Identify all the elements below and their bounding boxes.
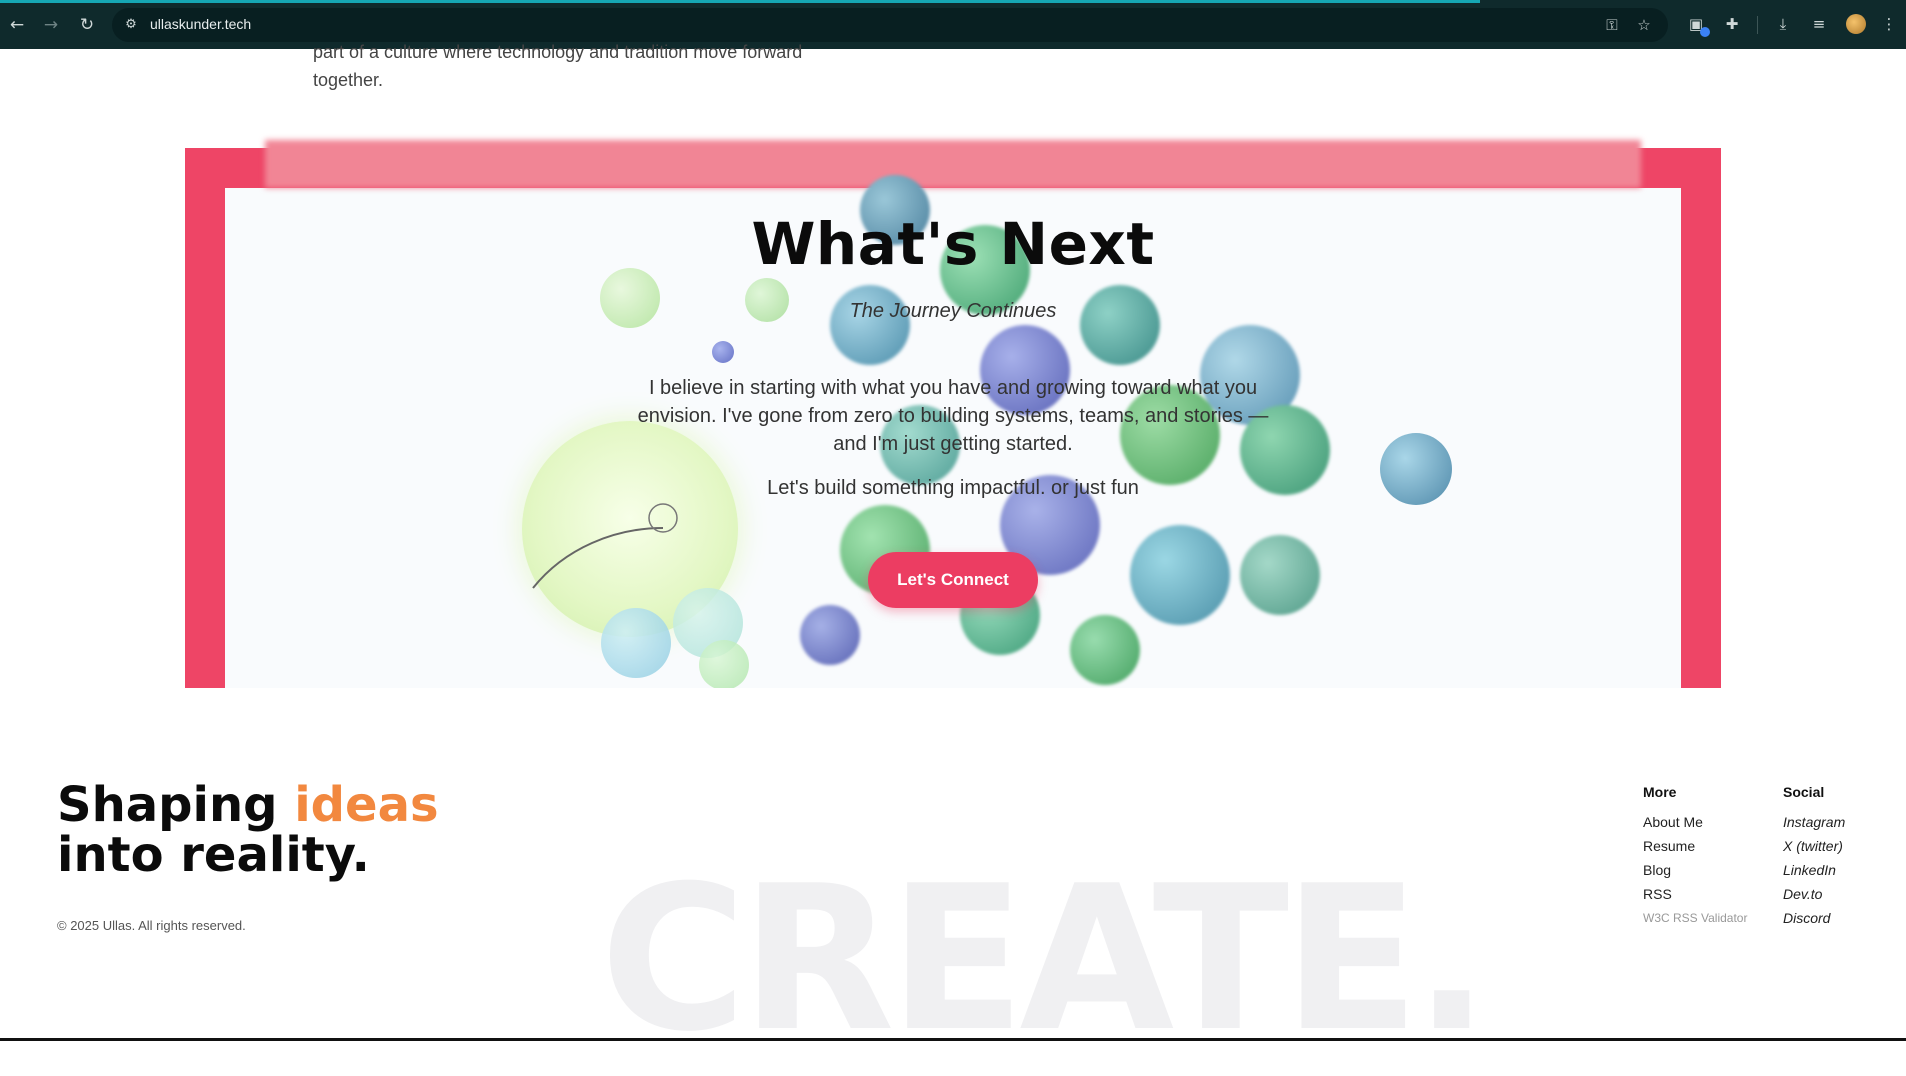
bubble bbox=[1240, 535, 1320, 615]
intro-line-1: part of a culture where technology and t… bbox=[313, 42, 803, 62]
back-icon[interactable]: ← bbox=[6, 14, 28, 36]
profile-avatar[interactable] bbox=[1846, 14, 1866, 34]
footer-link-rss[interactable]: RSS bbox=[1643, 882, 1747, 906]
section-title: What's Next bbox=[751, 210, 1155, 278]
copyright: © 2025 Ullas. All rights reserved. bbox=[57, 918, 246, 933]
bubble bbox=[1070, 615, 1140, 685]
social-link-devto[interactable]: Dev.to bbox=[1783, 882, 1845, 906]
social-link-discord[interactable]: Discord bbox=[1783, 906, 1845, 930]
lets-connect-button[interactable]: Let's Connect bbox=[868, 552, 1038, 608]
url-text[interactable]: ullaskunder.tech bbox=[150, 16, 251, 32]
reload-icon[interactable]: ↻ bbox=[76, 14, 98, 36]
section-paragraph: I believe in starting with what you have… bbox=[637, 377, 1269, 455]
download-icon[interactable]: ⤓ bbox=[1772, 13, 1794, 35]
footer-link-blog[interactable]: Blog bbox=[1643, 858, 1747, 882]
tagline-line-2: into reality. bbox=[57, 827, 370, 883]
browser-toolbar: ← → ↻ ⚙ ullaskunder.tech ⚿ ☆ ▣ ✚ ⤓ ≡ ⋮ bbox=[0, 0, 1906, 49]
bubble bbox=[1130, 525, 1230, 625]
more-heading: More bbox=[1643, 784, 1677, 800]
intro-line-2: together. bbox=[313, 70, 384, 90]
bubble bbox=[830, 285, 910, 365]
footer-link-resume[interactable]: Resume bbox=[1643, 834, 1747, 858]
cta-line: Let's build something impactful. or just… bbox=[767, 477, 1139, 499]
social-link-instagram[interactable]: Instagram bbox=[1783, 810, 1845, 834]
tagline-word: Shaping bbox=[57, 777, 278, 833]
bookmark-star-icon[interactable]: ☆ bbox=[1634, 15, 1654, 35]
bubble bbox=[601, 608, 671, 678]
site-settings-icon[interactable]: ⚙ bbox=[122, 16, 140, 34]
tagline-accent: ideas bbox=[294, 777, 439, 833]
bubble bbox=[712, 341, 734, 363]
footer-link-about[interactable]: About Me bbox=[1643, 810, 1747, 834]
footer-more-column: More About Me Resume Blog RSS W3C RSS Va… bbox=[1643, 784, 1747, 930]
page-load-progress bbox=[0, 0, 1480, 3]
password-key-icon[interactable]: ⚿ bbox=[1602, 15, 1622, 35]
forward-icon[interactable]: → bbox=[40, 14, 62, 36]
bubble bbox=[800, 605, 860, 665]
social-heading: Social bbox=[1783, 784, 1825, 800]
intro-text: part of a culture where technology and t… bbox=[313, 38, 873, 94]
bubble bbox=[1080, 285, 1160, 365]
social-link-linkedin[interactable]: LinkedIn bbox=[1783, 858, 1845, 882]
footer-link-rss-validator[interactable]: W3C RSS Validator bbox=[1643, 906, 1747, 930]
cursor-trail bbox=[532, 503, 678, 589]
extension-icon[interactable]: ▣ bbox=[1685, 13, 1710, 37]
section-subtitle: The Journey Continues bbox=[849, 300, 1057, 322]
address-bar[interactable]: ⚙ ullaskunder.tech ⚿ ☆ bbox=[112, 8, 1668, 42]
footer-watermark: CREATE. bbox=[600, 843, 1490, 1076]
menu-icon[interactable]: ⋮ bbox=[1878, 13, 1900, 35]
footer-social-column: Social Instagram X (twitter) LinkedIn De… bbox=[1783, 784, 1845, 930]
reading-list-icon[interactable]: ≡ bbox=[1808, 13, 1830, 35]
social-link-x[interactable]: X (twitter) bbox=[1783, 834, 1845, 858]
footer-tagline: Shaping ideas into reality. bbox=[57, 780, 439, 880]
toolbar-divider bbox=[1757, 16, 1758, 34]
puzzle-icon[interactable]: ✚ bbox=[1721, 13, 1743, 35]
bubble bbox=[699, 640, 749, 688]
